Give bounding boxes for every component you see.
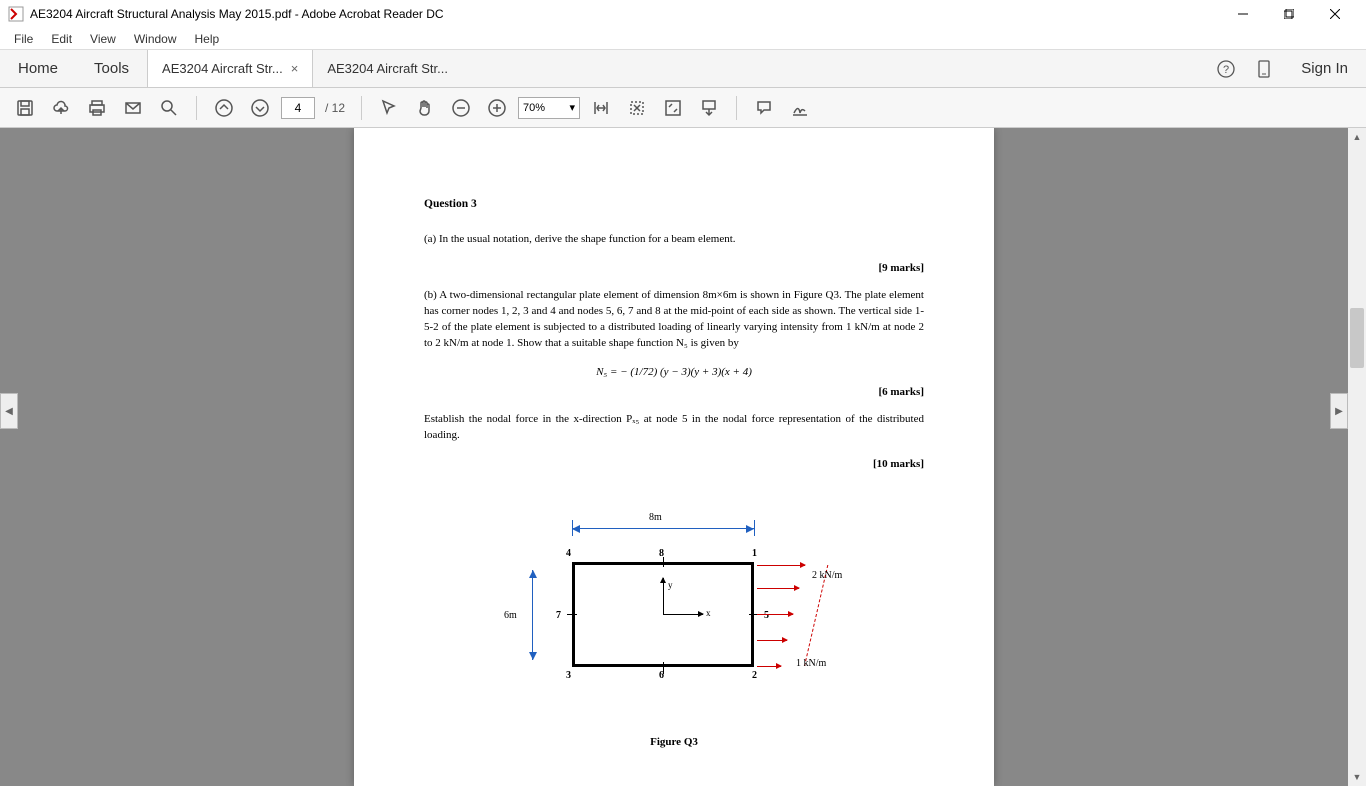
node-4: 4 <box>566 548 571 559</box>
chevron-down-icon: ▾ <box>569 101 575 114</box>
menu-file[interactable]: File <box>6 30 41 48</box>
fit-width-icon[interactable] <box>586 93 616 123</box>
tab-document-label: AE3204 Aircraft Str... <box>327 61 448 76</box>
equation: N₅ = − (1/72) (y − 3)(y + 3)(x + 4) <box>424 366 924 378</box>
marks-b: [6 marks] <box>424 386 924 398</box>
node-2: 2 <box>752 670 757 681</box>
close-button[interactable] <box>1312 0 1358 28</box>
tab-document-inactive[interactable]: AE3204 Aircraft Str... <box>312 50 462 87</box>
dim-v-label: 6m <box>504 610 517 621</box>
dim-h-label: 8m <box>649 512 662 523</box>
zoom-out-icon[interactable] <box>446 93 476 123</box>
axis-y <box>663 578 664 614</box>
tab-document-label: AE3204 Aircraft Str... <box>162 61 283 76</box>
zoom-select[interactable]: 70% ▾ <box>518 97 580 119</box>
pointer-icon[interactable] <box>374 93 404 123</box>
dim-horizontal <box>572 528 754 529</box>
part-a: (a) In the usual notation, derive the sh… <box>424 232 924 248</box>
load-bot-label: 1 kN/m <box>796 658 826 669</box>
menu-help[interactable]: Help <box>187 30 228 48</box>
page-down-icon[interactable] <box>245 93 275 123</box>
load-top-label: 2 kN/m <box>812 570 842 581</box>
node-1: 1 <box>752 548 757 559</box>
load-arrow <box>757 666 781 667</box>
zoom-value: 70% <box>523 102 545 114</box>
scroll-thumb[interactable] <box>1350 308 1364 368</box>
axis-y-label: y <box>668 580 673 590</box>
load-arrow <box>757 565 805 566</box>
part-b: (b) A two-dimensional rectangular plate … <box>424 288 924 352</box>
page-up-icon[interactable] <box>209 93 239 123</box>
page-count: / 12 <box>325 101 345 115</box>
node-3: 3 <box>566 670 571 681</box>
dim-vertical <box>532 570 533 660</box>
fit-page-icon[interactable] <box>622 93 652 123</box>
maximize-button[interactable] <box>1266 0 1312 28</box>
tabs-bar: Home Tools AE3204 Aircraft Str... × AE32… <box>0 50 1366 88</box>
print-icon[interactable] <box>82 93 112 123</box>
axis-x <box>663 614 703 615</box>
marks-c: [10 marks] <box>424 458 924 470</box>
next-page-arrow[interactable]: ▶ <box>1330 393 1348 429</box>
scroll-down-icon[interactable]: ▼ <box>1348 768 1366 786</box>
part-c: Establish the nodal force in the x-direc… <box>424 412 924 444</box>
load-arrow <box>757 640 787 641</box>
mail-icon[interactable] <box>118 93 148 123</box>
figure-caption: Figure Q3 <box>424 736 924 748</box>
menu-window[interactable]: Window <box>126 30 185 48</box>
minimize-button[interactable] <box>1220 0 1266 28</box>
menu-edit[interactable]: Edit <box>43 30 80 48</box>
page-number-input[interactable] <box>281 97 315 119</box>
document-viewport[interactable]: Question 3 (a) In the usual notation, de… <box>0 128 1348 786</box>
scroll-up-icon[interactable]: ▲ <box>1348 128 1366 146</box>
node-5: 5 <box>764 610 769 621</box>
search-icon[interactable] <box>154 93 184 123</box>
vertical-scrollbar[interactable]: ▲ ▼ <box>1348 128 1366 786</box>
window-title: AE3204 Aircraft Structural Analysis May … <box>30 7 1220 21</box>
node-7: 7 <box>556 610 561 621</box>
tab-home[interactable]: Home <box>0 50 76 87</box>
figure-diagram: 8m 6m x y 1 2 3 4 5 6 7 8 <box>484 518 864 718</box>
load-arrow <box>757 614 793 615</box>
mobile-icon[interactable] <box>1245 50 1283 87</box>
help-icon[interactable]: ? <box>1207 50 1245 87</box>
pdf-icon <box>8 6 24 22</box>
menu-view[interactable]: View <box>82 30 124 48</box>
tab-document-active[interactable]: AE3204 Aircraft Str... × <box>147 50 312 87</box>
question-title: Question 3 <box>424 198 924 210</box>
marks-a: [9 marks] <box>424 262 924 274</box>
save-icon[interactable] <box>10 93 40 123</box>
toolbar: / 12 70% ▾ <box>0 88 1366 128</box>
menu-bar: File Edit View Window Help <box>0 28 1366 50</box>
fullscreen-icon[interactable] <box>658 93 688 123</box>
sign-icon[interactable] <box>785 93 815 123</box>
sign-in-button[interactable]: Sign In <box>1283 50 1366 87</box>
tab-tools[interactable]: Tools <box>76 50 147 87</box>
pdf-page: Question 3 (a) In the usual notation, de… <box>354 128 994 786</box>
read-mode-icon[interactable] <box>694 93 724 123</box>
cloud-icon[interactable] <box>46 93 76 123</box>
zoom-in-icon[interactable] <box>482 93 512 123</box>
prev-page-arrow[interactable]: ◀ <box>0 393 18 429</box>
tab-close-icon[interactable]: × <box>291 61 299 76</box>
svg-text:?: ? <box>1223 64 1229 76</box>
load-arrow <box>757 588 799 589</box>
hand-icon[interactable] <box>410 93 440 123</box>
axis-x-label: x <box>706 608 711 618</box>
title-bar: AE3204 Aircraft Structural Analysis May … <box>0 0 1366 28</box>
comment-icon[interactable] <box>749 93 779 123</box>
